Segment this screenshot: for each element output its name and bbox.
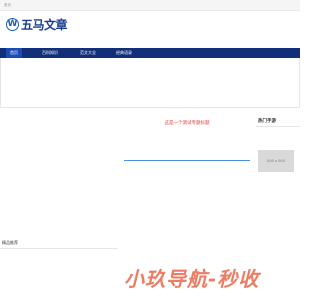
topic-headline[interactable]: 这是一个测试专题标题: [122, 120, 252, 126]
top-bar: 首页: [0, 0, 300, 11]
top-bar-text[interactable]: 首页: [4, 3, 11, 7]
thumbnail-placeholder-label: 000 x 000: [267, 159, 285, 163]
nav-item-baike[interactable]: 百科知识: [42, 48, 58, 58]
logo-icon: W: [6, 17, 19, 31]
featured-title: 精品推荐: [2, 240, 18, 245]
hot-games-title: 热门手游: [256, 116, 300, 127]
nav-item-yulu[interactable]: 经典语录: [116, 48, 132, 58]
featured-section-header: 精品推荐: [0, 240, 118, 249]
hot-game-thumbnail[interactable]: 000 x 000: [258, 150, 294, 172]
nav-item-home[interactable]: 首页: [6, 48, 22, 58]
site-logo[interactable]: W 五马文章: [6, 14, 68, 34]
watermark-text: 小玖导航-秒收: [124, 267, 260, 291]
section-divider: [124, 160, 250, 161]
hot-games-panel: 热门手游 000 x 000: [256, 116, 300, 186]
nav-item-fanwen[interactable]: 范文大全: [80, 48, 96, 58]
logo-text: 五马文章: [21, 17, 68, 32]
banner-area: [0, 58, 300, 108]
main-nav: 首页 百科知识 范文大全 经典语录: [0, 48, 300, 58]
